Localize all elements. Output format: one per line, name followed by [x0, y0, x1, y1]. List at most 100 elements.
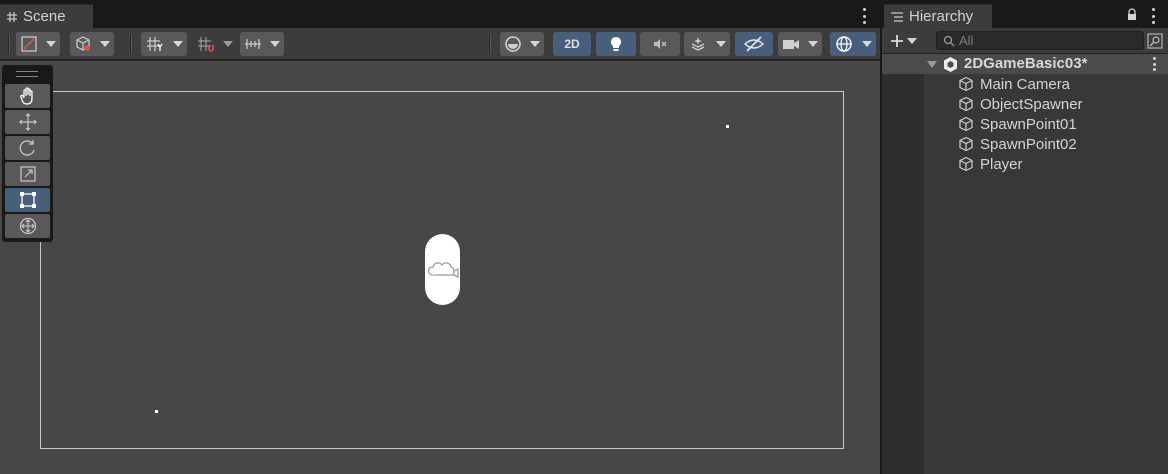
hierarchy-panel: Hierarchy All 2DGameBasic03* Main Camera… — [882, 0, 1168, 474]
scene-tabbar: Scene — [0, 0, 880, 28]
hierarchy-item-label: ObjectSpawner — [980, 95, 1083, 113]
scene-viewport[interactable] — [0, 61, 880, 474]
create-object-button[interactable] — [890, 32, 924, 50]
lighting-toggle[interactable] — [596, 32, 636, 56]
spawn-point-marker[interactable] — [155, 410, 158, 413]
scene-visibility-toggle[interactable] — [735, 32, 773, 56]
chevron-down-icon — [46, 41, 56, 47]
toolbar-grip — [8, 34, 10, 54]
sphere-icon — [505, 36, 521, 52]
rect-tool-button[interactable] — [5, 188, 50, 212]
search-icon — [943, 35, 955, 46]
hierarchy-tabbar: Hierarchy — [882, 0, 1168, 28]
chevron-down-icon — [530, 41, 540, 47]
hierarchy-gutter — [882, 54, 924, 474]
hierarchy-item-object-spawner[interactable]: ObjectSpawner — [958, 94, 1083, 114]
gameobject-cube-icon — [959, 156, 973, 172]
mode-2d-label: 2D — [564, 37, 580, 51]
gameobject-cube-icon — [959, 76, 973, 92]
scene-options-icon[interactable] — [1148, 57, 1160, 71]
chevron-down-icon — [808, 41, 818, 47]
toolbar-separator — [130, 34, 132, 54]
draw-mode-icon — [21, 36, 37, 52]
hierarchy-list-icon — [891, 11, 903, 22]
unity-scene-icon — [944, 57, 957, 72]
eye-hidden-icon — [743, 36, 765, 52]
draw-mode-button[interactable] — [16, 32, 42, 56]
hierarchy-item-label: Player — [980, 155, 1023, 173]
chevron-down-icon — [100, 41, 110, 47]
hierarchy-item-label: SpawnPoint01 — [980, 115, 1077, 133]
gizmos-dropdown[interactable] — [858, 32, 876, 56]
audio-toggle[interactable] — [640, 32, 680, 56]
gizmos-toggle[interactable] — [830, 32, 858, 56]
render-mode-dropdown[interactable] — [96, 32, 114, 56]
mode-2d-toggle[interactable]: 2D — [553, 32, 591, 56]
scale-icon — [19, 166, 36, 182]
gameobject-cube-icon — [959, 136, 973, 152]
hierarchy-tree: 2DGameBasic03* Main Camera ObjectSpawner — [882, 54, 1168, 474]
grid-snapping-dropdown[interactable] — [219, 32, 237, 56]
shading-mode-dropdown[interactable] — [526, 32, 544, 56]
grid-visibility-dropdown[interactable] — [169, 32, 187, 56]
grid-snap-icon — [198, 37, 214, 52]
scene-panel: Scene 2D — [0, 0, 880, 474]
overlay-drag-handle[interactable] — [16, 71, 38, 77]
tab-hierarchy[interactable]: Hierarchy — [884, 4, 992, 28]
player-sprite[interactable] — [425, 234, 460, 305]
rotate-tool-button[interactable] — [5, 136, 50, 160]
scale-tool-button[interactable] — [5, 162, 50, 186]
scene-name-label: 2DGameBasic03* — [964, 55, 1088, 72]
transform-combined-icon — [19, 217, 36, 235]
effects-dropdown[interactable] — [712, 32, 730, 56]
hierarchy-item-spawn-point-02[interactable]: SpawnPoint02 — [958, 134, 1077, 154]
editor-window: Scene 2D Hierarchy All 2DGameBasic03* Ma… — [0, 0, 1168, 474]
hierarchy-search-input[interactable] — [959, 33, 1139, 48]
chevron-down-icon — [173, 41, 183, 47]
hierarchy-item-label: Main Camera — [980, 75, 1071, 93]
lock-icon[interactable] — [1126, 8, 1138, 21]
hand-icon — [19, 87, 33, 105]
search-by-type-icon[interactable] — [1147, 33, 1163, 49]
effects-toggle[interactable] — [684, 32, 712, 56]
hierarchy-scene-row[interactable]: 2DGameBasic03* — [882, 54, 1168, 74]
shading-mode-button[interactable] — [500, 32, 526, 56]
gizmo-globe-icon — [836, 36, 852, 52]
hierarchy-item-label: SpawnPoint02 — [980, 135, 1077, 153]
camera-icon — [783, 40, 799, 49]
hierarchy-item-spawn-point-01[interactable]: SpawnPoint01 — [958, 114, 1077, 134]
tab-scene[interactable]: Scene — [0, 4, 93, 28]
transform-tool-button[interactable] — [5, 214, 50, 238]
chevron-down-icon — [270, 41, 280, 47]
gameobject-cube-icon — [959, 96, 973, 112]
hand-tool-button[interactable] — [5, 84, 50, 108]
hierarchy-item-player[interactable]: Player — [958, 154, 1023, 174]
render-mode-button[interactable] — [70, 32, 96, 56]
hierarchy-toolbar — [882, 28, 1168, 54]
scene-more-menu-icon[interactable] — [858, 8, 870, 24]
layers-effects-icon — [691, 37, 705, 51]
gameobject-cube-icon — [959, 116, 973, 132]
hierarchy-item-main-camera[interactable]: Main Camera — [958, 74, 1070, 94]
chevron-down-icon — [862, 41, 872, 47]
hierarchy-search[interactable] — [936, 31, 1144, 50]
grid-visibility-button[interactable] — [141, 32, 169, 56]
scene-camera-button[interactable] — [778, 32, 804, 56]
camera-gizmo-icon — [427, 261, 459, 278]
lightbulb-icon — [611, 37, 621, 51]
draw-mode-dropdown[interactable] — [42, 32, 60, 56]
rect-transform-icon — [19, 192, 36, 208]
hierarchy-more-menu-icon[interactable] — [1147, 8, 1159, 24]
scene-tab-label: Scene — [23, 8, 66, 25]
increment-snapping-dropdown[interactable] — [266, 32, 284, 56]
grid-snapping-button[interactable] — [193, 32, 219, 56]
scene-camera-dropdown[interactable] — [804, 32, 822, 56]
transform-tools-overlay — [2, 65, 53, 242]
spawn-point-marker[interactable] — [726, 125, 729, 128]
move-tool-button[interactable] — [5, 110, 50, 134]
increment-snapping-button[interactable] — [240, 32, 266, 56]
chevron-down-icon — [907, 38, 917, 44]
chevron-down-icon — [716, 41, 726, 47]
hierarchy-tab-label: Hierarchy — [909, 8, 974, 25]
expand-arrow-icon[interactable] — [927, 61, 937, 68]
